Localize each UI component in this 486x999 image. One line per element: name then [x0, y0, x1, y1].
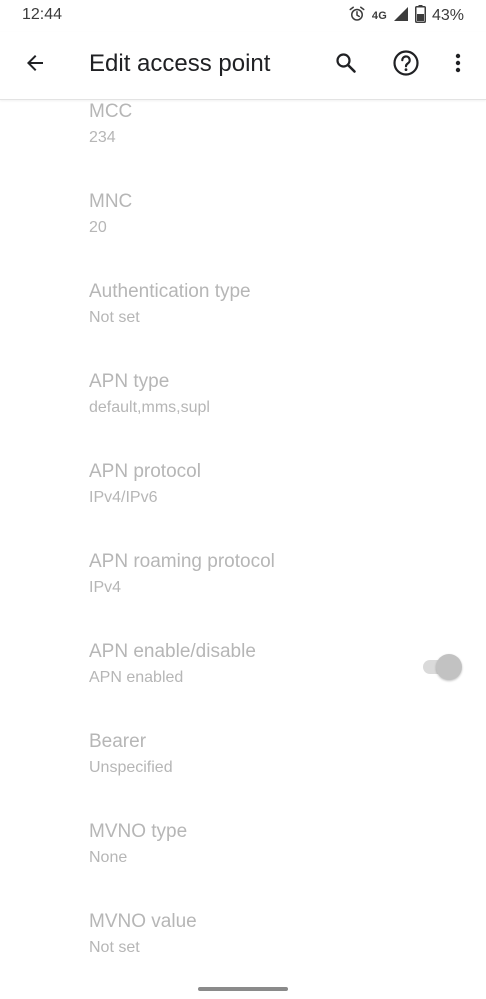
setting-title: APN type — [89, 371, 170, 392]
setting-title: MVNO type — [89, 821, 188, 842]
setting-authentication-type[interactable]: Authentication type Not set — [0, 279, 486, 369]
setting-title: APN protocol — [89, 461, 201, 482]
setting-summary: default,mms,supl — [89, 399, 210, 416]
network-type: 4G — [371, 10, 387, 22]
battery-icon — [414, 4, 426, 28]
battery-percent: 43% — [431, 7, 464, 24]
setting-summary: None — [89, 849, 128, 866]
settings-list: MCC 234 MNC 20 Authentication type Not s… — [0, 99, 486, 999]
setting-mcc[interactable]: MCC 234 — [0, 99, 486, 189]
setting-mvno-type[interactable]: MVNO type None — [0, 819, 486, 909]
setting-summary: Not set — [89, 939, 140, 956]
setting-mnc[interactable]: MNC 20 — [0, 189, 486, 279]
back-arrow-icon — [23, 51, 47, 80]
setting-bearer[interactable]: Bearer Unspecified — [0, 729, 486, 819]
setting-apn-type[interactable]: APN type default,mms,supl — [0, 369, 486, 459]
signal-icon — [393, 6, 409, 27]
setting-summary: 20 — [89, 219, 107, 236]
app-bar: Edit access point — [0, 32, 486, 100]
setting-summary: Unspecified — [89, 759, 173, 776]
setting-apn-enable[interactable]: APN enable/disable APN enabled — [0, 639, 486, 729]
setting-title: MVNO value — [89, 911, 197, 932]
setting-summary: APN enabled — [89, 669, 184, 686]
back-button[interactable] — [15, 45, 55, 85]
setting-mvno-value[interactable]: MVNO value Not set — [0, 909, 486, 999]
setting-apn-roaming-protocol[interactable]: APN roaming protocol IPv4 — [0, 549, 486, 639]
setting-summary: 234 — [89, 129, 116, 146]
search-button[interactable] — [326, 45, 366, 85]
page-title: Edit access point — [89, 50, 271, 77]
setting-summary: Not set — [89, 309, 140, 326]
setting-title: APN roaming protocol — [89, 551, 275, 572]
toggle-thumb — [436, 654, 462, 680]
alarm-icon — [348, 5, 366, 28]
setting-title: Bearer — [89, 731, 147, 752]
help-button[interactable] — [386, 45, 426, 85]
setting-summary: IPv4 — [89, 579, 122, 596]
setting-title: Authentication type — [89, 281, 251, 302]
search-icon — [334, 51, 358, 80]
help-icon — [392, 49, 420, 82]
more-vert-icon — [446, 51, 470, 80]
status-bar: 12:44 4G 43% — [0, 0, 486, 32]
setting-title: APN enable/disable — [89, 641, 256, 662]
apn-enable-toggle[interactable] — [423, 653, 463, 681]
more-options-button[interactable] — [438, 45, 478, 85]
setting-apn-protocol[interactable]: APN protocol IPv4/IPv6 — [0, 459, 486, 549]
nav-handle[interactable] — [198, 987, 288, 991]
status-time: 12:44 — [22, 6, 63, 23]
setting-title: MCC — [89, 101, 133, 122]
status-indicators: 4G 43% — [348, 4, 464, 28]
setting-title: MNC — [89, 191, 133, 212]
setting-summary: IPv4/IPv6 — [89, 489, 158, 506]
